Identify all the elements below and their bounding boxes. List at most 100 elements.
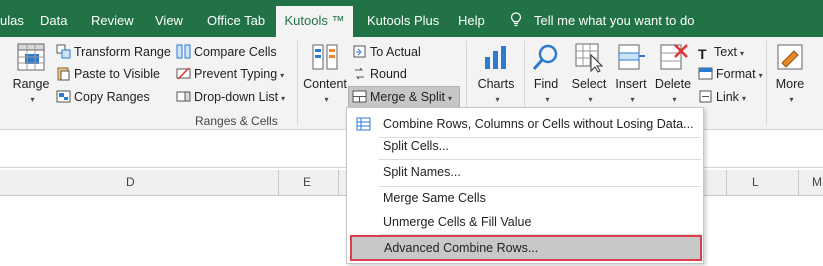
column-header-l[interactable]: L [752, 175, 759, 189]
menu-item-label: Merge Same Cells [383, 191, 486, 205]
chevron-down-icon: ▾ [758, 71, 763, 80]
paste-to-visible-label: Paste to Visible [74, 67, 160, 81]
tab-office-tab[interactable]: Office Tab [207, 0, 265, 37]
magnifier-icon [532, 44, 558, 70]
menu-item-combine-rows-columns-cells[interactable]: Combine Rows, Columns or Cells without L… [347, 112, 703, 136]
chevron-down-icon: ▾ [545, 95, 550, 104]
select-label: Select [571, 77, 607, 91]
column-divider [278, 170, 279, 196]
tab-data[interactable]: Data [40, 0, 67, 37]
link-icon [699, 90, 712, 103]
more-button[interactable]: More ▾ [772, 41, 808, 105]
merge-split-label: Merge & Split [370, 90, 446, 104]
column-divider [338, 170, 339, 196]
dropdown-list-button[interactable]: Drop-down List ▾ [176, 86, 285, 108]
range-label: Range [12, 77, 50, 91]
to-actual-button[interactable]: To Actual [352, 41, 421, 63]
column-header-d[interactable]: D [126, 175, 135, 189]
format-button[interactable]: Format ▾ [698, 63, 763, 85]
insert-button[interactable]: Insert ▾ [612, 41, 650, 105]
range-button[interactable]: Range ▾ [10, 41, 52, 105]
to-actual-icon [353, 45, 366, 58]
chevron-down-icon: ▾ [280, 71, 285, 80]
menu-item-label: Unmerge Cells & Fill Value [383, 215, 532, 229]
column-divider [798, 170, 799, 196]
transform-range-button[interactable]: Transform Range [56, 41, 171, 63]
round-icon [355, 67, 364, 80]
tab-formulas[interactable]: ulas [0, 0, 24, 37]
paste-to-visible-button[interactable]: Paste to Visible [56, 63, 160, 85]
chevron-down-icon: ▾ [630, 95, 635, 104]
to-actual-label: To Actual [370, 45, 421, 59]
dropdown-list-icon [176, 91, 191, 102]
chevron-down-icon: ▾ [789, 95, 794, 104]
prevent-typing-icon [176, 67, 191, 80]
ribbon-divider [297, 41, 298, 125]
menu-item-label: Advanced Combine Rows... [384, 241, 539, 255]
select-button[interactable]: Select ▾ [568, 41, 610, 105]
round-button[interactable]: Round [352, 63, 407, 85]
dropdown-list-label: Drop-down List [194, 90, 279, 104]
insert-icon [618, 44, 645, 70]
merge-split-button[interactable]: Merge & Split ▾ [352, 86, 452, 108]
format-icon [698, 67, 713, 80]
chevron-down-icon: ▾ [448, 94, 453, 103]
chevron-down-icon: ▾ [672, 95, 677, 104]
chevron-down-icon: ▾ [741, 94, 746, 103]
round-label: Round [370, 67, 407, 81]
column-header-m[interactable]: M [812, 175, 822, 189]
chevron-down-icon: ▾ [30, 95, 35, 104]
more-icon [777, 44, 803, 70]
select-cursor-icon [575, 43, 604, 73]
content-icon [312, 44, 338, 70]
merge-split-icon [352, 90, 367, 103]
tab-kutools[interactable]: Kutools ™ [276, 6, 353, 37]
menu-item-split-cells[interactable]: Split Cells... [347, 134, 703, 158]
find-button[interactable]: Find ▾ [528, 41, 564, 105]
menu-item-unmerge-cells-fill-value[interactable]: Unmerge Cells & Fill Value [347, 210, 703, 234]
compare-cells-label: Compare Cells [194, 45, 277, 59]
range-grid-icon [17, 43, 45, 71]
compare-cells-button[interactable]: Compare Cells [176, 41, 277, 63]
tab-kutools-plus[interactable]: Kutools Plus [367, 0, 439, 37]
charts-button[interactable]: Charts ▾ [474, 41, 518, 105]
chevron-down-icon: ▾ [495, 95, 500, 104]
merge-split-menu: Combine Rows, Columns or Cells without L… [346, 107, 704, 264]
text-button[interactable]: T Text ▾ [698, 41, 744, 63]
charts-label: Charts [477, 77, 515, 91]
chevron-down-icon: ▾ [588, 95, 593, 104]
tab-help[interactable]: Help [458, 0, 485, 37]
find-label: Find [533, 77, 559, 91]
prevent-typing-button[interactable]: Prevent Typing ▾ [176, 63, 284, 85]
menu-item-split-names[interactable]: Split Names... [347, 160, 703, 184]
content-button[interactable]: Content ▾ [302, 41, 348, 105]
tab-view[interactable]: View [155, 0, 183, 37]
ribbon-tab-bar: ulas Data Review View Office Tab Kutools… [0, 0, 823, 37]
chevron-down-icon: ▾ [739, 49, 744, 58]
column-header-e[interactable]: E [303, 175, 311, 189]
chevron-down-icon: ▾ [324, 95, 329, 104]
menu-item-advanced-combine-rows[interactable]: Advanced Combine Rows... [350, 235, 702, 261]
ranges-cells-group-label: Ranges & Cells [195, 114, 278, 128]
menu-item-merge-same-cells[interactable]: Merge Same Cells [347, 186, 703, 210]
tell-me-search[interactable]: Tell me what you want to do [510, 0, 694, 37]
tell-me-text: Tell me what you want to do [534, 13, 695, 28]
copy-ranges-button[interactable]: Copy Ranges [56, 86, 150, 108]
delete-button[interactable]: Delete ▾ [652, 41, 694, 105]
menu-item-label: Split Names... [383, 165, 461, 179]
combine-grid-icon [356, 117, 371, 131]
copy-ranges-label: Copy Ranges [74, 90, 150, 104]
charts-icon [485, 46, 506, 69]
format-label: Format [716, 67, 756, 81]
more-label: More [775, 77, 805, 91]
prevent-typing-label: Prevent Typing [194, 67, 278, 81]
link-label: Link [716, 90, 739, 104]
transform-range-icon [56, 44, 71, 59]
column-divider [726, 170, 727, 196]
link-button[interactable]: Link ▾ [698, 86, 746, 108]
tab-review[interactable]: Review [91, 0, 134, 37]
lightbulb-icon [510, 12, 522, 27]
text-label: Text [714, 45, 737, 59]
text-t-icon: T [698, 46, 707, 62]
copy-ranges-icon [56, 90, 71, 103]
